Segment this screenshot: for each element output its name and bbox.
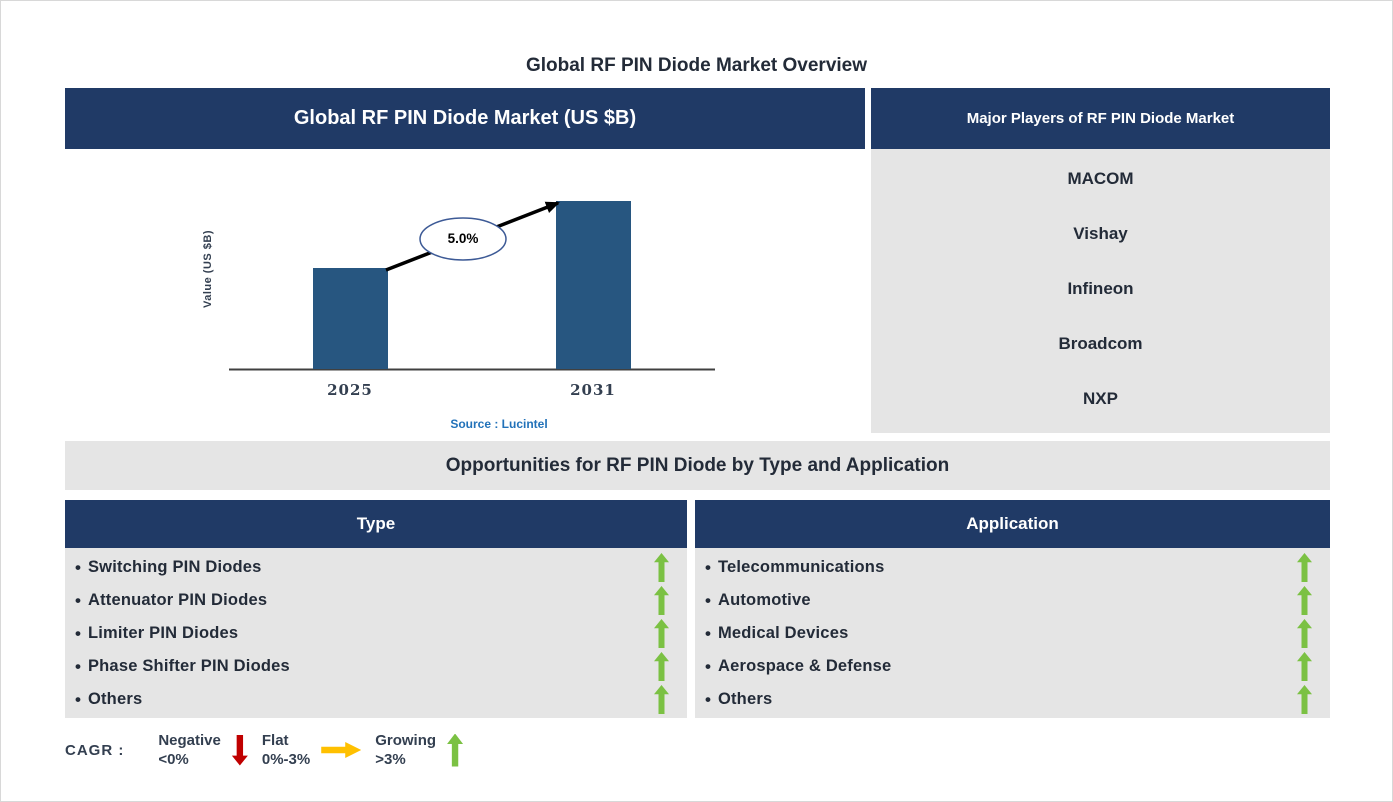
list-item: • Aerospace & Defense [705,650,1312,683]
legend-item-range: >3% [375,751,406,768]
opportunities-banner: Opportunities for RF PIN Diode by Type a… [65,441,1330,490]
legend-item-name: Flat [261,731,289,749]
bullet: • [75,590,81,610]
players-panel-header: Major Players of RF PIN Diode Market [871,88,1330,149]
bar-2025 [313,268,388,369]
list-item: • Telecommunications [705,551,1312,584]
legend-item-name: Negative [158,731,221,749]
players-list: MACOM Vishay Infineon Broadcom NXP [871,149,1330,433]
list-item: • Limiter PIN Diodes [75,617,669,650]
growing-trend-up-arrow-icon [1297,553,1312,582]
type-column-header-label: Type [356,514,396,533]
list-item: • Medical Devices [705,617,1312,650]
list-item-label: Telecommunications [717,558,885,576]
application-column-header: Application [695,500,1330,548]
list-item-label: Limiter PIN Diodes [87,624,239,642]
growing-trend-up-arrow-icon [1297,619,1312,648]
growing-trend-up-arrow-icon [654,619,669,648]
growing-trend-up-arrow-icon [654,553,669,582]
legend-item-range: <0% [158,751,189,768]
cagr-legend-title: CAGR : [65,741,125,759]
player-name: Vishay [1073,224,1128,243]
list-item: • Attenuator PIN Diodes [75,584,669,617]
page-title: Global RF PIN Diode Market Overview [525,55,868,76]
player-name: NXP [1083,389,1118,408]
bullet: • [75,689,81,709]
growing-trend-up-arrow-icon [654,586,669,615]
bullet: • [705,623,711,643]
growing-trend-up-arrow-icon [1297,652,1312,681]
list-item: • Others [705,683,1312,716]
player-name: MACOM [1067,169,1134,188]
bullet: • [75,623,81,643]
bullet: • [705,689,711,709]
x-tick-2031: 2031 [570,381,616,399]
application-column-header-label: Application [966,514,1059,533]
player-name: Infineon [1067,279,1134,298]
list-item-label: Automotive [717,591,811,609]
cagr-value-label: 5.0% [447,231,479,246]
legend-item-name: Growing [375,731,437,749]
legend-item-negative: Negative <0% [158,731,221,770]
chart-panel-header-label: Global RF PIN Diode Market (US $B) [293,107,637,129]
list-item-label: Attenuator PIN Diodes [87,591,268,609]
legend-item-range: 0%-3% [261,751,311,768]
growing-trend-up-arrow-icon [1297,586,1312,615]
legend-item-flat: Flat 0%-3% [262,731,310,770]
application-list: • Telecommunications • Automotive • Medi… [695,548,1330,718]
players-panel-header-label: Major Players of RF PIN Diode Market [966,110,1235,127]
list-item: • Automotive [705,584,1312,617]
bullet: • [75,656,81,676]
type-column-header: Type [65,500,687,548]
negative-trend-down-arrow-icon [231,734,248,766]
opportunities-banner-label: Opportunities for RF PIN Diode by Type a… [445,454,950,476]
bullet: • [705,656,711,676]
x-tick-2025: 2025 [327,381,373,399]
list-item-label: Medical Devices [717,624,849,642]
list-item-label: Switching PIN Diodes [87,558,262,576]
bullet: • [705,590,711,610]
infographic-page: Global RF PIN Diode Market Overview Glob… [0,0,1393,802]
list-item: • Phase Shifter PIN Diodes [75,650,669,683]
legend-item-growing: Growing >3% [375,731,436,770]
market-bar-chart: Value (US $B) 2025 2031 5.0% Source : Lu… [65,149,865,438]
source-attribution: Source : Lucintel [450,417,548,431]
chart-panel-header: Global RF PIN Diode Market (US $B) [65,88,865,149]
growing-trend-up-arrow-icon [447,733,464,767]
player-name: Broadcom [1058,334,1143,353]
bar-2031 [556,201,631,369]
list-item-label: Others [87,690,143,708]
growing-trend-up-arrow-icon [654,652,669,681]
list-item: • Switching PIN Diodes [75,551,669,584]
growing-trend-up-arrow-icon [1297,685,1312,714]
cagr-legend: CAGR : Negative <0% Flat 0%-3% Growing >… [65,723,705,777]
chart-canvas [229,201,715,371]
type-list: • Switching PIN Diodes • Attenuator PIN … [65,548,687,718]
list-item: • Others [75,683,669,716]
list-item-label: Aerospace & Defense [717,657,892,675]
bullet: • [705,557,711,577]
growing-trend-up-arrow-icon [654,685,669,714]
list-item-label: Others [717,690,773,708]
y-axis-label: Value (US $B) [202,229,214,309]
list-item-label: Phase Shifter PIN Diodes [87,657,290,675]
bullet: • [75,557,81,577]
flat-trend-right-arrow-icon [321,742,362,758]
